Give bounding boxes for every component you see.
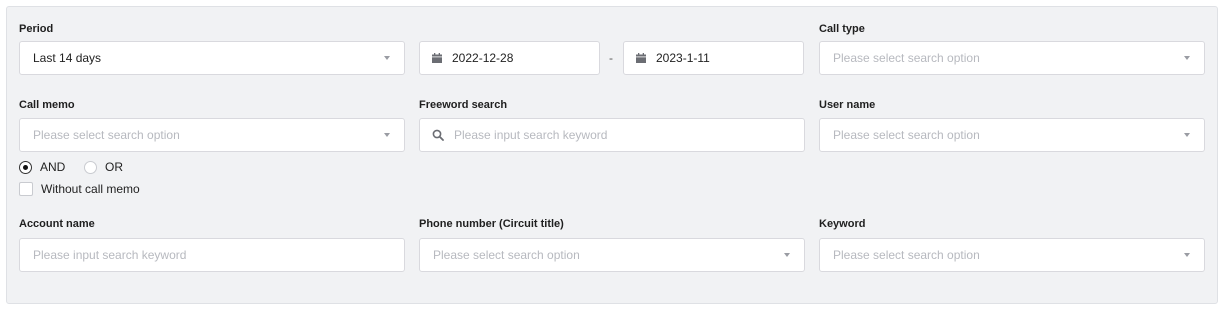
- phone-number-label: Phone number (Circuit title): [419, 218, 564, 230]
- chevron-down-icon: [1184, 56, 1190, 60]
- freeword-label: Freeword search: [419, 99, 508, 111]
- search-filter-panel: Period Last 14 days 2022-12-28 - 2023-1-…: [6, 6, 1218, 304]
- calendar-icon: [432, 53, 442, 63]
- chevron-down-icon: [784, 253, 790, 257]
- account-name-placeholder: Please input search keyword: [33, 248, 187, 262]
- call-memo-select[interactable]: Please select search option: [19, 118, 405, 152]
- chevron-down-icon: [1184, 133, 1190, 137]
- without-call-memo-option[interactable]: Without call memo: [19, 182, 140, 196]
- start-date-field[interactable]: 2022-12-28: [419, 41, 600, 75]
- freeword-placeholder: Please input search keyword: [454, 128, 608, 142]
- phone-number-placeholder: Please select search option: [433, 248, 580, 262]
- period-label: Period: [19, 23, 54, 35]
- freeword-search-input[interactable]: Please input search keyword: [419, 118, 805, 152]
- or-label: OR: [105, 160, 123, 174]
- and-radio[interactable]: [19, 160, 32, 174]
- keyword-placeholder: Please select search option: [833, 248, 980, 262]
- account-name-label: Account name: [19, 218, 95, 230]
- or-radio[interactable]: [84, 160, 97, 174]
- call-memo-label: Call memo: [19, 99, 75, 111]
- without-call-memo-label: Without call memo: [41, 182, 140, 196]
- chevron-down-icon: [1184, 253, 1190, 257]
- user-name-select[interactable]: Please select search option: [819, 118, 1205, 152]
- user-name-label: User name: [819, 99, 876, 111]
- call-memo-placeholder: Please select search option: [33, 128, 180, 142]
- end-date-value: 2023-1-11: [656, 51, 710, 65]
- keyword-select[interactable]: Please select search option: [819, 238, 1205, 272]
- period-value: Last 14 days: [33, 51, 102, 65]
- chevron-down-icon: [384, 56, 390, 60]
- account-name-input[interactable]: Please input search keyword: [19, 238, 405, 272]
- without-call-memo-checkbox[interactable]: [19, 182, 33, 196]
- start-date-value: 2022-12-28: [452, 51, 514, 65]
- call-type-select[interactable]: Please select search option: [819, 41, 1205, 75]
- calendar-icon: [636, 53, 646, 63]
- memo-logic-or-option[interactable]: OR: [84, 160, 123, 174]
- chevron-down-icon: [384, 133, 390, 137]
- period-select[interactable]: Last 14 days: [19, 41, 405, 75]
- keyword-label: Keyword: [819, 218, 866, 230]
- call-type-label: Call type: [819, 23, 865, 35]
- and-label: AND: [40, 160, 66, 174]
- end-date-field[interactable]: 2023-1-11: [623, 41, 804, 75]
- call-type-placeholder: Please select search option: [833, 51, 980, 65]
- search-icon: [432, 129, 444, 141]
- user-name-placeholder: Please select search option: [833, 128, 980, 142]
- phone-number-select[interactable]: Please select search option: [419, 238, 805, 272]
- date-range-separator: -: [609, 51, 613, 65]
- memo-logic-and-option[interactable]: AND: [19, 160, 65, 174]
